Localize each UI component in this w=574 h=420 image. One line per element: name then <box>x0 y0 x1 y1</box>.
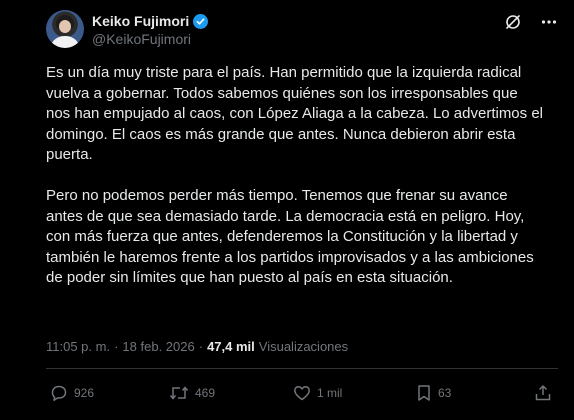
user-handle[interactable]: @KeikoFujimori <box>92 31 191 47</box>
avatar[interactable] <box>46 10 84 48</box>
reply-icon <box>50 384 68 402</box>
like-button[interactable]: 1 mil <box>293 384 342 402</box>
bookmark-count: 63 <box>438 386 452 400</box>
meta-separator: · <box>114 339 119 354</box>
more-icon[interactable] <box>540 13 558 31</box>
header-actions <box>504 13 558 31</box>
bookmark-button[interactable]: 63 <box>416 384 451 402</box>
bookmark-icon <box>416 384 432 402</box>
grok-icon[interactable] <box>504 13 522 31</box>
repost-button[interactable]: 469 <box>169 384 215 402</box>
tweet-meta: 11:05 p. m. · 18 feb. 2026 · 47,4 mil Vi… <box>46 339 348 354</box>
views-count: 47,4 mil <box>207 339 255 354</box>
meta-separator: · <box>198 339 204 354</box>
display-name[interactable]: Keiko Fujimori <box>92 13 189 29</box>
share-button[interactable] <box>534 384 552 402</box>
like-count: 1 mil <box>317 386 343 400</box>
tweet-card: Keiko Fujimori @KeikoFujimori Es un día … <box>0 0 574 420</box>
tweet-date[interactable]: 18 feb. 2026 <box>122 339 194 354</box>
tweet-time[interactable]: 11:05 p. m. <box>46 339 110 354</box>
divider <box>46 368 558 369</box>
tweet-header: Keiko Fujimori @KeikoFujimori <box>46 9 558 51</box>
like-icon <box>293 384 311 402</box>
reply-button[interactable]: 926 <box>50 384 94 402</box>
share-icon <box>534 384 552 402</box>
reply-count: 926 <box>74 386 95 400</box>
verified-badge-icon <box>193 13 209 29</box>
repost-icon <box>169 384 189 402</box>
tweet-text: Es un día muy triste para el país. Han p… <box>46 64 543 286</box>
name-row: Keiko Fujimori <box>92 12 209 30</box>
action-bar: 926 469 1 mil 63 <box>50 384 558 404</box>
views-label: Visualizaciones <box>258 339 349 354</box>
repost-count: 469 <box>195 386 216 400</box>
